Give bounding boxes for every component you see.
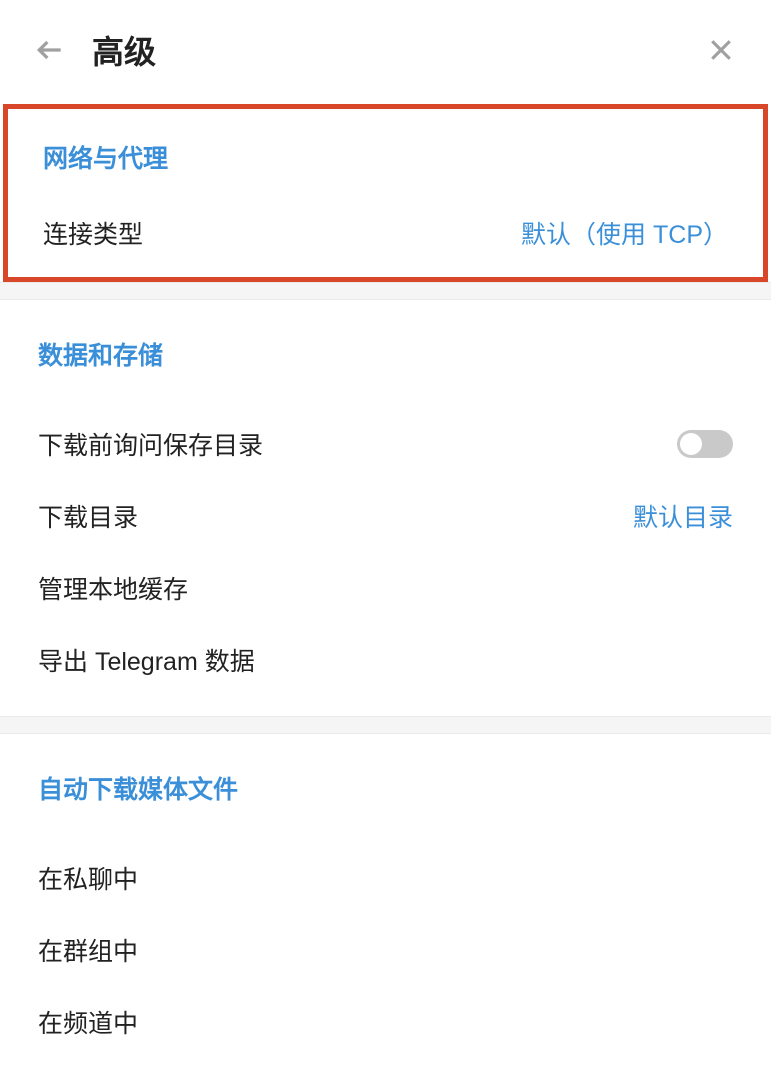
section-title-data-storage: 数据和存储 (38, 336, 733, 372)
row-download-directory[interactable]: 下载目录 默认目录 (38, 480, 733, 552)
row-export-telegram-data[interactable]: 导出 Telegram 数据 (38, 624, 733, 696)
in-groups-label: 在群组中 (38, 932, 138, 968)
section-title-network: 网络与代理 (43, 139, 728, 175)
page-header: 高级 (0, 0, 771, 100)
ask-before-download-label: 下载前询问保存目录 (38, 426, 263, 462)
close-button[interactable] (703, 32, 739, 68)
section-network-proxy: 网络与代理 连接类型 默认（使用 TCP） (8, 109, 763, 277)
section-data-storage: 数据和存储 下载前询问保存目录 下载目录 默认目录 管理本地缓存 导出 Tele… (0, 300, 771, 716)
manage-cache-label: 管理本地缓存 (38, 570, 188, 606)
page-title: 高级 (92, 27, 703, 73)
network-proxy-highlight: 网络与代理 连接类型 默认（使用 TCP） (3, 104, 768, 282)
section-divider (0, 282, 771, 300)
close-icon (706, 35, 736, 65)
download-directory-label: 下载目录 (38, 498, 138, 534)
download-directory-value: 默认目录 (633, 498, 733, 534)
row-ask-before-download[interactable]: 下载前询问保存目录 (38, 408, 733, 480)
arrow-left-icon (34, 34, 66, 66)
row-in-groups[interactable]: 在群组中 (38, 914, 733, 986)
section-auto-download: 自动下载媒体文件 在私聊中 在群组中 在频道中 (0, 734, 771, 1078)
section-title-auto-download: 自动下载媒体文件 (38, 770, 733, 806)
ask-before-download-toggle[interactable] (677, 430, 733, 458)
section-divider (0, 716, 771, 734)
row-in-private-chats[interactable]: 在私聊中 (38, 842, 733, 914)
row-manage-cache[interactable]: 管理本地缓存 (38, 552, 733, 624)
back-button[interactable] (32, 32, 68, 68)
connection-type-value: 默认（使用 TCP） (521, 215, 728, 251)
in-private-chats-label: 在私聊中 (38, 860, 138, 896)
export-telegram-data-label: 导出 Telegram 数据 (38, 642, 255, 678)
connection-type-label: 连接类型 (43, 215, 143, 251)
in-channels-label: 在频道中 (38, 1004, 138, 1040)
row-connection-type[interactable]: 连接类型 默认（使用 TCP） (43, 205, 728, 251)
row-in-channels[interactable]: 在频道中 (38, 986, 733, 1058)
